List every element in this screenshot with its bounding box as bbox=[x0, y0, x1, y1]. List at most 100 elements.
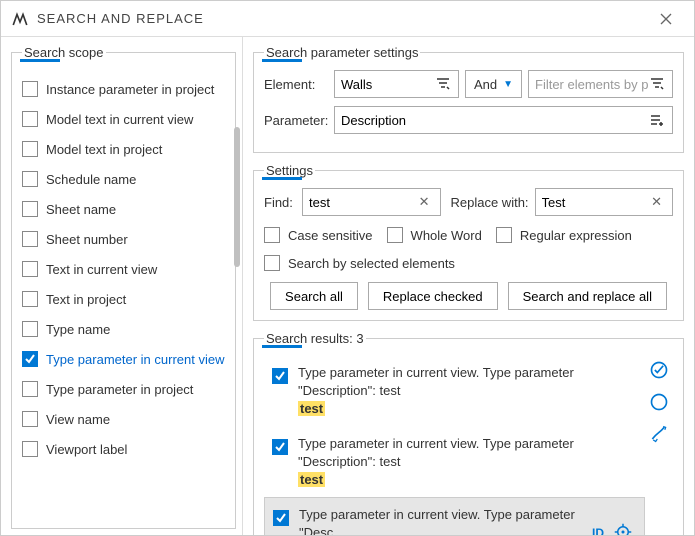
logic-value: And bbox=[474, 77, 497, 92]
scope-checkbox[interactable]: Schedule name bbox=[22, 164, 225, 194]
scope-checkbox[interactable]: View name bbox=[22, 404, 225, 434]
uncheck-all-icon[interactable] bbox=[649, 392, 669, 412]
replace-field[interactable] bbox=[542, 195, 648, 210]
search-results-legend: Search results: 3 bbox=[264, 331, 366, 346]
replace-checked-button[interactable]: Replace checked bbox=[368, 282, 498, 310]
parameter-input[interactable] bbox=[334, 106, 673, 134]
close-button[interactable] bbox=[648, 1, 684, 37]
scope-label: Text in project bbox=[46, 292, 126, 307]
find-label: Find: bbox=[264, 195, 302, 210]
filter-list-icon[interactable] bbox=[434, 77, 452, 91]
result-checkbox[interactable] bbox=[272, 368, 288, 419]
scope-label: Type parameter in current view bbox=[46, 352, 224, 367]
add-list-icon[interactable] bbox=[648, 113, 666, 127]
scope-checkbox[interactable]: Instance parameter in project bbox=[22, 74, 225, 104]
scope-label: View name bbox=[46, 412, 110, 427]
case-sensitive-checkbox[interactable]: Case sensitive bbox=[264, 224, 373, 246]
scope-label: Type name bbox=[46, 322, 110, 337]
replace-label: Replace with: bbox=[451, 195, 535, 210]
scope-label: Sheet number bbox=[46, 232, 128, 247]
element-field[interactable] bbox=[341, 77, 434, 92]
window-title: SEARCH AND REPLACE bbox=[37, 11, 204, 26]
checkbox-icon bbox=[22, 81, 38, 97]
scope-checkbox[interactable]: Type parameter in current view bbox=[22, 344, 225, 374]
result-text: Type parameter in current view. Type par… bbox=[299, 506, 582, 535]
logic-dropdown[interactable]: And ▼ bbox=[465, 70, 522, 98]
search-parameter-group: Search parameter settings Element: And ▼ bbox=[253, 45, 684, 153]
clear-icon[interactable]: ✕ bbox=[647, 194, 666, 210]
title-bar: SEARCH AND REPLACE bbox=[1, 1, 694, 37]
scope-label: Instance parameter in project bbox=[46, 82, 214, 97]
left-panel: Search scope Instance parameter in proje… bbox=[1, 37, 243, 535]
scope-label: Viewport label bbox=[46, 442, 127, 457]
clear-icon[interactable]: ✕ bbox=[415, 194, 434, 210]
scope-label: Model text in current view bbox=[46, 112, 193, 127]
checkbox-icon bbox=[22, 111, 38, 127]
check-all-icon[interactable] bbox=[649, 360, 669, 380]
result-checkbox[interactable] bbox=[273, 510, 289, 535]
parameter-field[interactable] bbox=[341, 113, 648, 128]
checkbox-icon bbox=[22, 171, 38, 187]
checkbox-icon bbox=[22, 141, 38, 157]
scope-checkbox[interactable]: Type parameter in project bbox=[22, 374, 225, 404]
element-input[interactable] bbox=[334, 70, 459, 98]
result-text: Type parameter in current view. Type par… bbox=[298, 435, 637, 490]
result-checkbox[interactable] bbox=[272, 439, 288, 490]
scope-checkbox[interactable]: Viewport label bbox=[22, 434, 225, 464]
filter-field[interactable] bbox=[535, 77, 648, 92]
scope-checkbox[interactable]: Text in current view bbox=[22, 254, 225, 284]
result-text: Type parameter in current view. Type par… bbox=[298, 364, 637, 419]
results-action-bar bbox=[645, 356, 673, 535]
scope-checkbox[interactable]: Type name bbox=[22, 314, 225, 344]
checkbox-icon bbox=[22, 291, 38, 307]
clear-results-icon[interactable] bbox=[649, 424, 669, 444]
search-parameter-legend: Search parameter settings bbox=[264, 45, 420, 60]
match-highlight: test bbox=[298, 472, 325, 487]
result-item[interactable]: Type parameter in current view. Type par… bbox=[264, 356, 645, 427]
parameter-label: Parameter: bbox=[264, 113, 334, 128]
filter-input[interactable] bbox=[528, 70, 673, 98]
checkbox-icon bbox=[22, 441, 38, 457]
scrollbar-thumb[interactable] bbox=[234, 127, 240, 267]
checkbox-icon bbox=[22, 321, 38, 337]
search-scope-group: Search scope Instance parameter in proje… bbox=[11, 45, 236, 529]
result-item[interactable]: Type parameter in current view. Type par… bbox=[264, 497, 645, 535]
scope-checkbox[interactable]: Model text in current view bbox=[22, 104, 225, 134]
locate-icon[interactable] bbox=[614, 523, 632, 535]
checkbox-icon bbox=[22, 351, 38, 367]
accent-bar bbox=[262, 177, 302, 180]
id-badge[interactable]: ID bbox=[592, 526, 604, 535]
match-highlight: test bbox=[298, 401, 325, 416]
checkbox-icon bbox=[22, 261, 38, 277]
checkbox-icon bbox=[22, 201, 38, 217]
right-panel: Search parameter settings Element: And ▼ bbox=[243, 37, 694, 535]
chevron-down-icon: ▼ bbox=[503, 79, 513, 90]
search-scope-legend: Search scope bbox=[22, 45, 106, 60]
whole-word-checkbox[interactable]: Whole Word bbox=[387, 224, 482, 246]
scope-label: Type parameter in project bbox=[46, 382, 193, 397]
find-field[interactable] bbox=[309, 195, 415, 210]
element-label: Element: bbox=[264, 77, 334, 92]
find-input[interactable]: ✕ bbox=[302, 188, 441, 216]
search-all-button[interactable]: Search all bbox=[270, 282, 358, 310]
scope-checkbox[interactable]: Sheet name bbox=[22, 194, 225, 224]
scope-label: Sheet name bbox=[46, 202, 116, 217]
scope-checkbox[interactable]: Sheet number bbox=[22, 224, 225, 254]
scope-label: Text in current view bbox=[46, 262, 157, 277]
app-logo-icon bbox=[11, 10, 29, 28]
checkbox-icon bbox=[22, 411, 38, 427]
settings-group: Settings Find: ✕ Replace with: ✕ Case se… bbox=[253, 163, 684, 321]
checkbox-icon bbox=[22, 231, 38, 247]
filter-list-icon[interactable] bbox=[648, 77, 666, 91]
settings-legend: Settings bbox=[264, 163, 315, 178]
regex-checkbox[interactable]: Regular expression bbox=[496, 224, 632, 246]
scope-checkbox[interactable]: Text in project bbox=[22, 284, 225, 314]
result-item[interactable]: Type parameter in current view. Type par… bbox=[264, 427, 645, 498]
scope-label: Model text in project bbox=[46, 142, 162, 157]
by-selected-checkbox[interactable]: Search by selected elements bbox=[264, 252, 455, 274]
replace-input[interactable]: ✕ bbox=[535, 188, 674, 216]
scope-checkbox[interactable]: Model text in project bbox=[22, 134, 225, 164]
scope-label: Schedule name bbox=[46, 172, 136, 187]
search-replace-all-button[interactable]: Search and replace all bbox=[508, 282, 667, 310]
search-results-group: Search results: 3 Type parameter in curr… bbox=[253, 331, 684, 535]
